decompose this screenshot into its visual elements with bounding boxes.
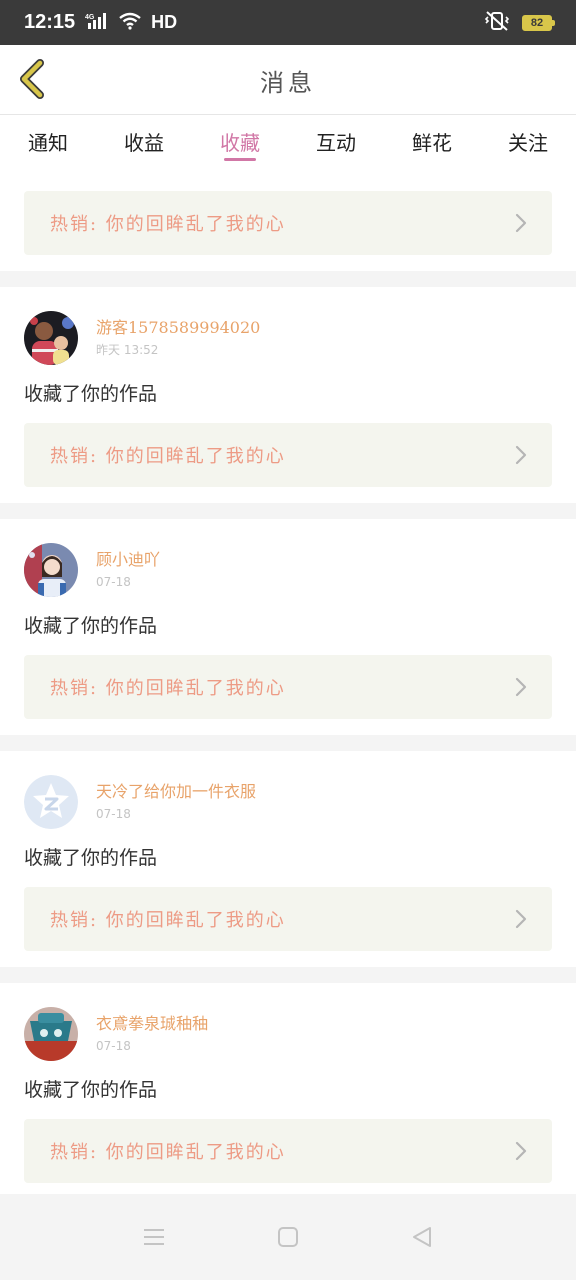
- tab-notifications[interactable]: 通知: [0, 115, 96, 167]
- message-card: 衣鳶拳泉珹秞秞 07-18 收藏了你的作品 热销: 你的回眸乱了我的心: [0, 983, 576, 1199]
- action-text: 收藏了你的作品: [24, 615, 158, 637]
- user-meta: 天冷了给你加一件衣服 07-18: [96, 781, 256, 823]
- chevron-right-icon: [515, 909, 527, 929]
- promo-text: 热销: 你的回眸乱了我的心: [50, 678, 286, 699]
- user-row: 天冷了给你加一件衣服 07-18: [24, 775, 552, 829]
- user-row: 游客1578589994020 昨天 13:52: [24, 311, 552, 365]
- chevron-right-icon: [515, 445, 527, 465]
- promo-banner[interactable]: 热销: 你的回眸乱了我的心: [24, 1119, 552, 1183]
- user-row: 顾小迪吖 07-18: [24, 543, 552, 597]
- tab-favorites[interactable]: 收藏: [192, 115, 288, 167]
- status-bar: 12:15 4G HD 82: [0, 0, 576, 45]
- battery-icon: 82: [522, 14, 555, 31]
- promo-text: 热销: 你的回眸乱了我的心: [50, 910, 286, 931]
- chevron-right-icon: [515, 677, 527, 697]
- system-nav-bar: [0, 1194, 576, 1280]
- chevron-right-icon: [515, 1141, 527, 1161]
- hd-label: HD: [151, 12, 178, 32]
- user-name[interactable]: 衣鳶拳泉珹秞秞: [96, 1013, 208, 1035]
- timestamp: 07-18: [96, 1039, 131, 1053]
- vibrate-icon: [484, 10, 510, 36]
- promo-banner[interactable]: 热销: 你的回眸乱了我的心: [24, 191, 552, 255]
- back-triangle-icon[interactable]: [409, 1224, 435, 1250]
- user-row: 衣鳶拳泉珹秞秞 07-18: [24, 1007, 552, 1061]
- wifi-icon: [119, 12, 141, 34]
- user-name[interactable]: 顾小迪吖: [96, 549, 160, 571]
- message-feed: 热销: 你的回眸乱了我的心 游客1578589994020 昨天 13:52 收…: [0, 167, 576, 1215]
- action-text: 收藏了你的作品: [24, 1079, 158, 1101]
- timestamp: 昨天 13:52: [96, 343, 159, 357]
- user-meta: 衣鳶拳泉珹秞秞 07-18: [96, 1013, 208, 1055]
- avatar[interactable]: [24, 311, 78, 365]
- promo-banner[interactable]: 热销: 你的回眸乱了我的心: [24, 655, 552, 719]
- tab-earnings[interactable]: 收益: [96, 115, 192, 167]
- status-time: 12:15: [24, 11, 76, 33]
- timestamp: 07-18: [96, 807, 131, 821]
- status-right: 82: [484, 10, 555, 36]
- action-text: 收藏了你的作品: [24, 383, 158, 405]
- message-card: 热销: 你的回眸乱了我的心: [0, 167, 576, 271]
- signal-icon: 4G: [85, 11, 109, 35]
- message-card: 游客1578589994020 昨天 13:52 收藏了你的作品 热销: 你的回…: [0, 287, 576, 503]
- timestamp: 07-18: [96, 575, 131, 589]
- status-left: 12:15 4G HD: [24, 11, 177, 35]
- promo-text: 热销: 你的回眸乱了我的心: [50, 1142, 286, 1163]
- avatar[interactable]: [24, 1007, 78, 1061]
- avatar[interactable]: [24, 775, 78, 829]
- chevron-right-icon: [515, 213, 527, 233]
- tab-bar: 通知 收益 收藏 互动 鲜花 关注: [0, 115, 576, 167]
- promo-text: 热销: 你的回眸乱了我的心: [50, 446, 286, 467]
- page-title: 消息: [260, 69, 316, 97]
- home-icon[interactable]: [275, 1224, 301, 1250]
- tab-follows[interactable]: 关注: [480, 115, 576, 167]
- avatar[interactable]: [24, 543, 78, 597]
- user-name[interactable]: 游客1578589994020: [96, 317, 260, 339]
- message-card: 天冷了给你加一件衣服 07-18 收藏了你的作品 热销: 你的回眸乱了我的心: [0, 751, 576, 967]
- user-meta: 顾小迪吖 07-18: [96, 549, 160, 591]
- network-type: 4G: [85, 14, 95, 21]
- tab-interactions[interactable]: 互动: [288, 115, 384, 167]
- user-name[interactable]: 天冷了给你加一件衣服: [96, 781, 256, 803]
- menu-icon[interactable]: [141, 1224, 167, 1250]
- tab-flowers[interactable]: 鲜花: [384, 115, 480, 167]
- promo-text: 热销: 你的回眸乱了我的心: [50, 214, 286, 235]
- default-avatar-icon: [24, 775, 78, 829]
- message-card: 顾小迪吖 07-18 收藏了你的作品 热销: 你的回眸乱了我的心: [0, 519, 576, 735]
- promo-banner[interactable]: 热销: 你的回眸乱了我的心: [24, 887, 552, 951]
- user-meta: 游客1578589994020 昨天 13:52: [96, 317, 260, 359]
- promo-banner[interactable]: 热销: 你的回眸乱了我的心: [24, 423, 552, 487]
- header: 消息: [0, 45, 576, 115]
- action-text: 收藏了你的作品: [24, 847, 158, 869]
